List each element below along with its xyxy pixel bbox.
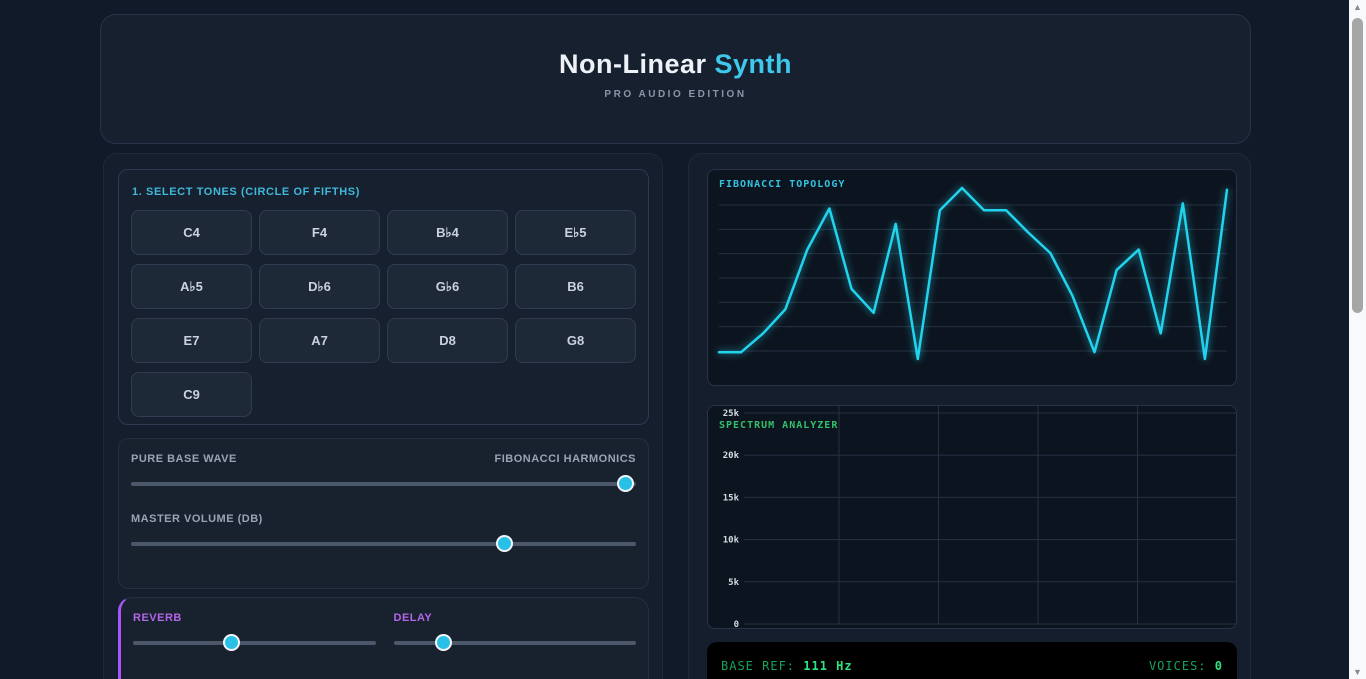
tone-button-f4[interactable]: F4: [259, 210, 380, 255]
reverb-slider: [133, 634, 376, 652]
svg-text:25k: 25k: [723, 409, 740, 419]
page-title: Non-Linear Synth: [101, 49, 1250, 80]
tone-button-db6[interactable]: D♭6: [259, 264, 380, 309]
svg-text:20k: 20k: [723, 451, 740, 461]
tone-button-bb4[interactable]: B♭4: [387, 210, 508, 255]
svg-text:5k: 5k: [728, 578, 739, 588]
reverb-label: REVERB: [133, 612, 182, 624]
controls-panel: 1. SELECT TONES (CIRCLE OF FIFTHS) C4 F4…: [103, 153, 663, 679]
tone-button-a7[interactable]: A7: [259, 318, 380, 363]
harmonics-slider-thumb[interactable]: [616, 475, 634, 492]
harmonics-label-right: FIBONACCI HARMONICS: [494, 453, 636, 465]
tone-button-c4[interactable]: C4: [131, 210, 252, 255]
tone-button-e7[interactable]: E7: [131, 318, 252, 363]
page-title-accent: Synth: [714, 49, 793, 79]
delay-slider-track[interactable]: [393, 641, 636, 645]
tone-grid: C4 F4 B♭4 E♭5 A♭5 D♭6 G♭6 B6 E7 A7 D8 G8…: [131, 210, 636, 417]
delay-slider: [393, 634, 636, 652]
harmonics-slider-track[interactable]: [131, 482, 636, 486]
svg-text:0: 0: [734, 620, 739, 629]
delay-slider-thumb[interactable]: [435, 634, 453, 651]
main-sliders-card: PURE BASE WAVE FIBONACCI HARMONICS MASTE…: [118, 438, 649, 589]
base-ref-label: BASE REF:: [721, 659, 796, 673]
volume-slider-track[interactable]: [131, 542, 636, 546]
tone-select-card: 1. SELECT TONES (CIRCLE OF FIFTHS) C4 F4…: [118, 169, 649, 425]
svg-text:15k: 15k: [723, 493, 740, 503]
tone-button-b6[interactable]: B6: [515, 264, 636, 309]
voices-label: VOICES:: [1148, 659, 1207, 673]
volume-slider: [131, 535, 636, 553]
tone-button-d8[interactable]: D8: [387, 318, 508, 363]
spectrum-analyzer-title: SPECTRUM ANALYZER: [719, 420, 839, 431]
page-subtitle: PRO AUDIO EDITION: [604, 89, 747, 100]
tone-button-c9[interactable]: C9: [131, 372, 252, 417]
scrollbar-thumb[interactable]: [1352, 18, 1363, 313]
header-card: Non-Linear Synth PRO AUDIO EDITION: [100, 14, 1251, 144]
scrollbar-up-arrow-icon[interactable]: ▲: [1349, 0, 1366, 14]
scrollbar-down-arrow-icon[interactable]: ▼: [1349, 665, 1366, 679]
page-title-primary: Non-Linear: [558, 49, 715, 79]
spectrum-analyzer-card: SPECTRUM ANALYZER 25k 20k 15k 10k 5k 0: [707, 405, 1237, 629]
spectrum-analyzer-chart: 25k 20k 15k 10k 5k 0: [723, 406, 1236, 629]
harmonics-label-left: PURE BASE WAVE: [131, 453, 237, 465]
reverb-slider-track[interactable]: [133, 641, 376, 645]
reverb-control: REVERB: [133, 612, 376, 679]
fibonacci-topology-title: FIBONACCI TOPOLOGY: [719, 179, 846, 190]
svg-text:10k: 10k: [723, 536, 740, 546]
visualizer-panel: FIBONACCI TOPOLOGY SPECTRUM ANALYZER 25k…: [688, 153, 1251, 679]
volume-label: MASTER VOLUME (DB): [131, 513, 263, 525]
reverb-slider-thumb[interactable]: [223, 634, 241, 651]
delay-control: DELAY: [393, 612, 636, 679]
tone-button-gb6[interactable]: G♭6: [387, 264, 508, 309]
harmonics-slider: [131, 475, 636, 493]
vertical-scrollbar[interactable]: ▲ ▼: [1349, 0, 1366, 679]
tone-button-g8[interactable]: G8: [515, 318, 636, 363]
voices-value: 0: [1214, 659, 1223, 673]
base-ref-readout: BASE REF: 111 Hz: [721, 659, 853, 673]
status-bar: BASE REF: 111 Hz VOICES: 0: [707, 642, 1237, 679]
fibonacci-topology-chart: [717, 186, 1229, 361]
delay-label: DELAY: [393, 612, 433, 624]
tone-select-heading: 1. SELECT TONES (CIRCLE OF FIFTHS): [132, 186, 360, 198]
tone-button-ab5[interactable]: A♭5: [131, 264, 252, 309]
fibonacci-topology-card: FIBONACCI TOPOLOGY: [707, 169, 1237, 386]
effects-card: REVERB DELAY: [118, 597, 649, 679]
voices-readout: VOICES: 0: [1149, 659, 1223, 673]
base-ref-value: 111 Hz: [803, 659, 853, 673]
tone-button-eb5[interactable]: E♭5: [515, 210, 636, 255]
volume-slider-thumb[interactable]: [495, 535, 513, 552]
